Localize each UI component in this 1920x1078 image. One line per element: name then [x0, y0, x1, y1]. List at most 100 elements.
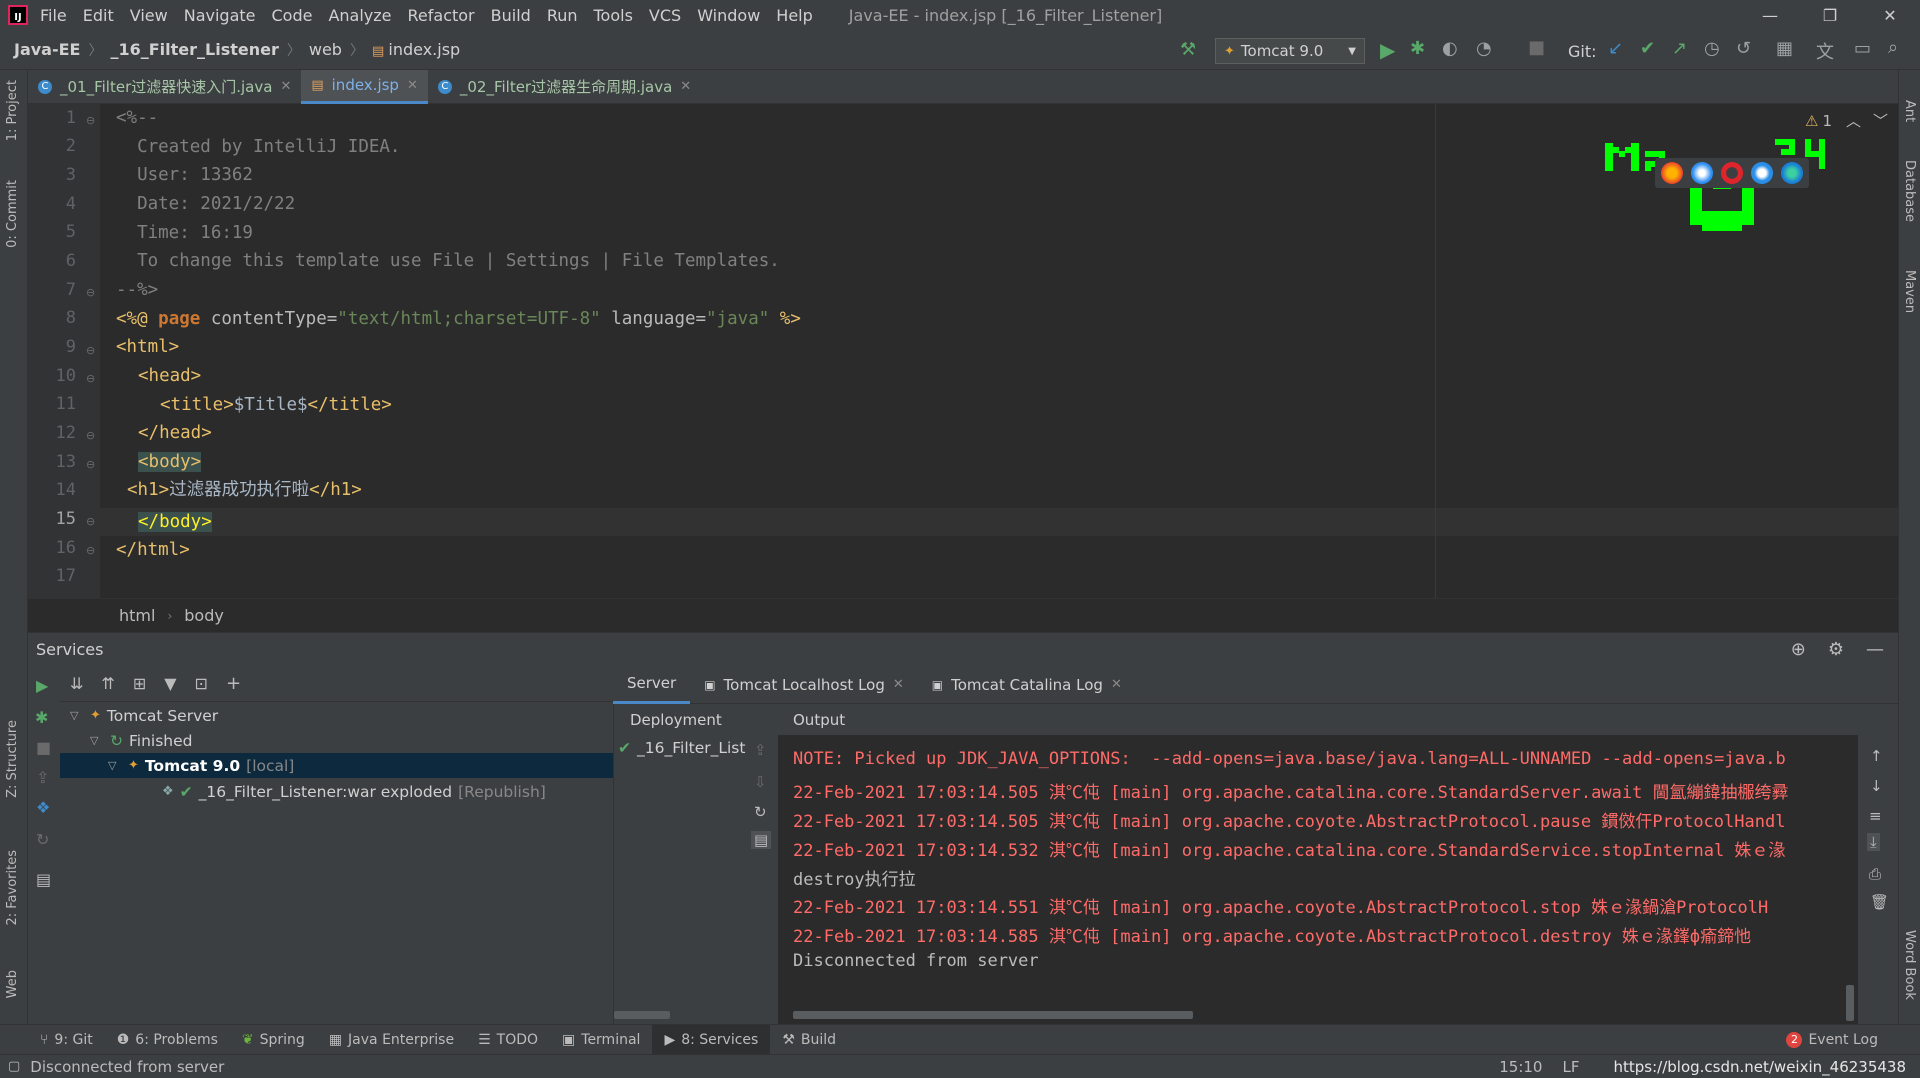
internet-explorer-icon[interactable] — [1751, 162, 1773, 184]
caret-position[interactable]: 15:10 — [1499, 1058, 1542, 1076]
menu-window[interactable]: Window — [697, 6, 760, 25]
close-icon[interactable]: ✕ — [1860, 6, 1920, 25]
layout-icon[interactable]: ▤ — [36, 870, 51, 889]
run-icon[interactable]: ▶ — [36, 676, 48, 695]
horizontal-scrollbar[interactable] — [793, 1011, 1193, 1019]
chevron-down-icon[interactable]: ▽ — [70, 709, 84, 722]
build-hammer-icon[interactable]: ⚒ — [1180, 39, 1196, 60]
tool-window-commit[interactable]: 0: Commit — [5, 180, 20, 248]
tab-tomcat-catalina-log[interactable]: ▣ Tomcat Catalina Log ✕ — [918, 666, 1136, 704]
menu-edit[interactable]: Edit — [83, 6, 114, 25]
menu-navigate[interactable]: Navigate — [184, 6, 256, 25]
tree-node-tomcat-9[interactable]: ▽ ✦ Tomcat 9.0 [local] — [60, 753, 613, 778]
tab-server[interactable]: Server — [613, 666, 691, 704]
debug-icon[interactable]: ✱ — [35, 708, 48, 727]
git-push-icon[interactable]: ↗ — [1672, 38, 1687, 59]
tool-window-database[interactable]: Database — [1902, 160, 1917, 222]
print-icon[interactable]: ⎙ — [1869, 865, 1881, 883]
close-tab-icon[interactable]: ✕ — [407, 78, 418, 93]
close-tab-icon[interactable]: ✕ — [280, 79, 291, 94]
status-toggle-icon[interactable]: ▢ — [8, 1059, 20, 1074]
line-separator[interactable]: LF — [1562, 1058, 1579, 1076]
tree-node-artifact[interactable]: ❖ ✔ _16_Filter_Listener:war exploded [Re… — [162, 779, 602, 804]
collapse-all-icon[interactable]: ⇈ — [101, 674, 114, 693]
menu-view[interactable]: View — [130, 6, 168, 25]
menu-file[interactable]: File — [40, 6, 67, 25]
tool-window-project[interactable]: 1: Project — [5, 80, 20, 141]
bottom-tab-git[interactable]: ⑂ 9: Git — [28, 1025, 105, 1055]
tab-filter-intro[interactable]: C _01_Filter过滤器快速入门.java ✕ — [28, 70, 301, 104]
console-output[interactable]: NOTE: Picked up JDK_JAVA_OPTIONS: --add-… — [778, 735, 1858, 1025]
tab-filter-lifecycle[interactable]: C _02_Filter过滤器生命周期.java ✕ — [428, 70, 701, 104]
fold-marker-icon[interactable]: ⊖ — [86, 286, 95, 299]
breadcrumb-html[interactable]: html — [119, 606, 155, 625]
add-service-icon[interactable]: + — [226, 673, 241, 694]
close-tab-icon[interactable]: ✕ — [893, 677, 904, 692]
update-icon[interactable]: ❖ — [36, 798, 50, 817]
tree-node-tomcat-server[interactable]: ▽ ✦ Tomcat Server — [70, 703, 610, 728]
chevron-down-icon[interactable]: ﹀ — [1873, 110, 1888, 131]
new-tab-icon[interactable]: ⊡ — [195, 674, 208, 693]
tool-window-ant[interactable]: Ant — [1902, 100, 1917, 122]
tab-index-jsp[interactable]: ▤ index.jsp ✕ — [301, 69, 428, 104]
safari-icon[interactable] — [1691, 162, 1713, 184]
fold-marker-icon[interactable]: ⊖ — [86, 429, 95, 442]
breadcrumb-folder[interactable]: web — [309, 40, 342, 59]
bottom-tab-services[interactable]: ▶ 8: Services — [652, 1024, 771, 1055]
undeploy-icon[interactable]: ⇩ — [754, 773, 767, 791]
expand-all-icon[interactable]: ⇊ — [70, 674, 83, 693]
globe-icon[interactable]: ⊕ — [1791, 639, 1806, 660]
close-tab-icon[interactable]: ✕ — [680, 79, 691, 94]
menu-code[interactable]: Code — [272, 6, 313, 25]
output-toggle-icon[interactable]: ▤ — [751, 831, 772, 849]
menu-help[interactable]: Help — [776, 6, 812, 25]
hide-icon[interactable]: — — [1866, 639, 1884, 660]
bottom-tab-java-enterprise[interactable]: ▦ Java Enterprise — [317, 1025, 466, 1055]
stop-icon[interactable]: ■ — [36, 738, 51, 757]
group-by-icon[interactable]: ⊞ — [133, 674, 146, 693]
tree-node-finished[interactable]: ▽ ↻ Finished — [90, 728, 610, 753]
bottom-tab-todo[interactable]: ☰ TODO — [466, 1025, 550, 1055]
breadcrumb-file[interactable]: ▤ index.jsp — [372, 40, 460, 59]
breadcrumb-project[interactable]: Java-EE — [14, 40, 80, 59]
project-structure-icon[interactable]: ▦ — [1776, 38, 1793, 59]
tool-window-web[interactable]: Web — [5, 970, 20, 998]
soft-wrap-icon[interactable]: ≡ — [1869, 807, 1882, 825]
fold-marker-icon[interactable]: ⊖ — [86, 515, 95, 528]
bottom-tab-problems[interactable]: ❶ 6: Problems — [105, 1025, 230, 1055]
tool-window-structure[interactable]: Z: Structure — [5, 720, 20, 798]
run-configuration-select[interactable]: ✦ Tomcat 9.0 ▼ — [1215, 38, 1365, 64]
git-commit-icon[interactable]: ✔ — [1640, 38, 1655, 59]
translate-icon[interactable]: 文 — [1816, 38, 1834, 64]
tool-window-favorites[interactable]: 2: Favorites — [5, 850, 20, 926]
trash-icon[interactable]: 🗑 — [1870, 893, 1889, 911]
bottom-tab-spring[interactable]: ❦ Spring — [230, 1025, 317, 1055]
event-log-button[interactable]: 2 Event Log — [1774, 1025, 1890, 1055]
refresh-icon[interactable]: ↻ — [754, 803, 767, 821]
gear-icon[interactable]: ⚙ — [1828, 639, 1844, 660]
breadcrumb-module[interactable]: _16_Filter_Listener — [110, 40, 278, 59]
git-update-icon[interactable]: ↙ — [1608, 38, 1623, 59]
bottom-tab-build[interactable]: ⚒ Build — [770, 1025, 848, 1055]
fold-marker-icon[interactable]: ⊖ — [86, 344, 95, 357]
tool-window-word-book[interactable]: Word Book — [1902, 930, 1917, 1000]
history-icon[interactable]: ◷ — [1704, 38, 1720, 59]
rollback-icon[interactable]: ↺ — [1736, 38, 1751, 59]
presentation-icon[interactable]: ▭ — [1854, 38, 1871, 59]
minimize-icon[interactable]: — — [1740, 6, 1800, 25]
deploy-icon[interactable]: ⇪ — [754, 741, 767, 759]
chevron-up-icon[interactable]: ︿ — [1846, 110, 1861, 131]
restore-icon[interactable]: ❐ — [1800, 6, 1860, 25]
edge-icon[interactable] — [1781, 162, 1803, 184]
menu-vcs[interactable]: VCS — [649, 6, 681, 25]
menu-run[interactable]: Run — [547, 6, 578, 25]
opera-icon[interactable] — [1721, 162, 1743, 184]
stop-icon[interactable]: ■ — [1528, 37, 1545, 58]
firefox-icon[interactable] — [1661, 162, 1683, 184]
fold-marker-icon[interactable]: ⊖ — [86, 114, 95, 127]
menu-analyze[interactable]: Analyze — [328, 6, 391, 25]
bottom-tab-terminal[interactable]: ▣ Terminal — [550, 1025, 652, 1055]
profile-icon[interactable]: ◔ — [1476, 38, 1492, 59]
arrow-down-icon[interactable]: ↓ — [1870, 777, 1883, 795]
chevron-down-icon[interactable]: ▽ — [90, 734, 104, 747]
